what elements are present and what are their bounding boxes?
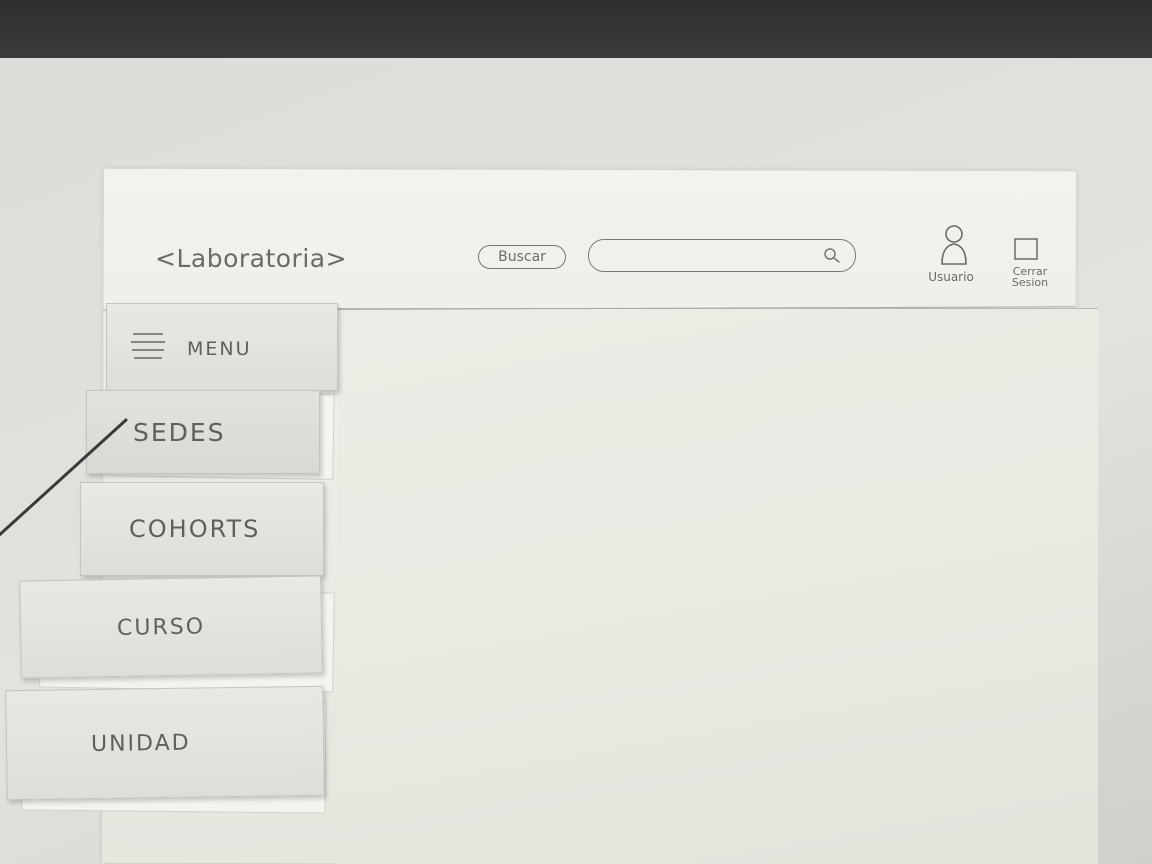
sidebar-item-label: UNIDAD [90, 730, 191, 757]
main-content-area [338, 308, 1098, 864]
pointer-stick [0, 418, 128, 537]
search-icon[interactable] [822, 247, 842, 265]
hamburger-icon[interactable] [129, 330, 167, 362]
header-bar [103, 175, 1075, 310]
menu-label: MENU [187, 338, 252, 360]
sidebar-item-curso[interactable]: CURSO [19, 575, 323, 679]
logout-label-line2: Sesion [1011, 276, 1049, 289]
menu-header[interactable]: MENU [106, 303, 338, 391]
app-logo[interactable]: <Laboratoria> [155, 244, 347, 273]
sidebar-item-label: SEDES [133, 417, 226, 447]
photo-backdrop-dark [0, 0, 1152, 60]
logout-icon[interactable] [1012, 236, 1040, 262]
sidebar-item-label: CURSO [116, 613, 206, 641]
user-icon[interactable] [936, 222, 972, 268]
logout-button[interactable]: Cerrar Sesion [1000, 266, 1060, 288]
user-label[interactable]: Usuario [913, 270, 989, 284]
search-input[interactable] [588, 239, 856, 272]
sidebar-item-label: COHORTS [129, 515, 261, 543]
search-button[interactable]: Buscar [478, 245, 566, 269]
sidebar-item-unidad[interactable]: UNIDAD [5, 685, 325, 801]
